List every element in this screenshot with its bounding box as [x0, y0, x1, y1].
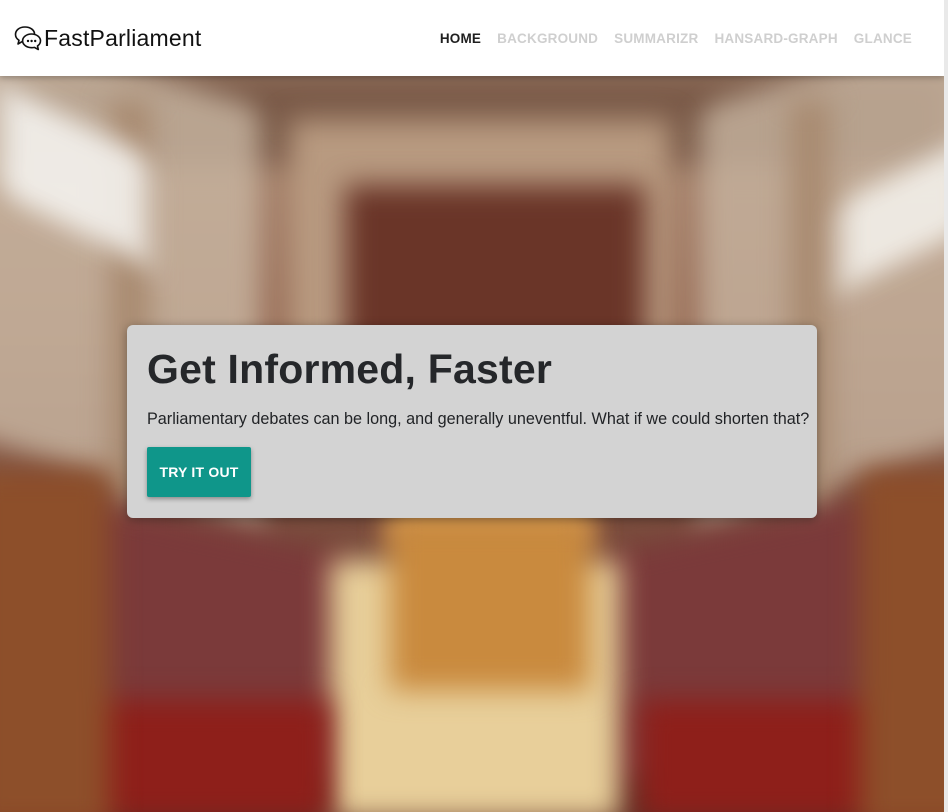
- bg-desk: [390, 520, 590, 690]
- bg-wood-left: [0, 470, 110, 812]
- nav-background[interactable]: BACKGROUND: [489, 31, 606, 46]
- hero-card: Get Informed, Faster Parliamentary debat…: [127, 325, 817, 518]
- try-it-out-button[interactable]: TRY IT OUT: [147, 447, 251, 497]
- navbar: FastParliament HOME BACKGROUND SUMMARIZR…: [0, 0, 944, 76]
- hero-subtitle: Parliamentary debates can be long, and g…: [147, 410, 810, 428]
- page-right-edge: [944, 0, 948, 812]
- nav-glance[interactable]: GLANCE: [846, 31, 920, 46]
- main-nav: HOME BACKGROUND SUMMARIZR HANSARD-GRAPH …: [432, 31, 920, 46]
- nav-hansard-graph[interactable]: HANSARD-GRAPH: [706, 31, 845, 46]
- brand-name: FastParliament: [44, 24, 202, 51]
- nav-home[interactable]: HOME: [432, 31, 489, 46]
- chat-bubbles-icon: [14, 25, 42, 51]
- nav-summarizr[interactable]: SUMMARIZR: [606, 31, 706, 46]
- bg-wood-right: [860, 470, 948, 812]
- hero-title: Get Informed, Faster: [147, 346, 552, 392]
- page: FastParliament HOME BACKGROUND SUMMARIZR…: [0, 0, 948, 812]
- brand-link[interactable]: FastParliament: [14, 25, 201, 52]
